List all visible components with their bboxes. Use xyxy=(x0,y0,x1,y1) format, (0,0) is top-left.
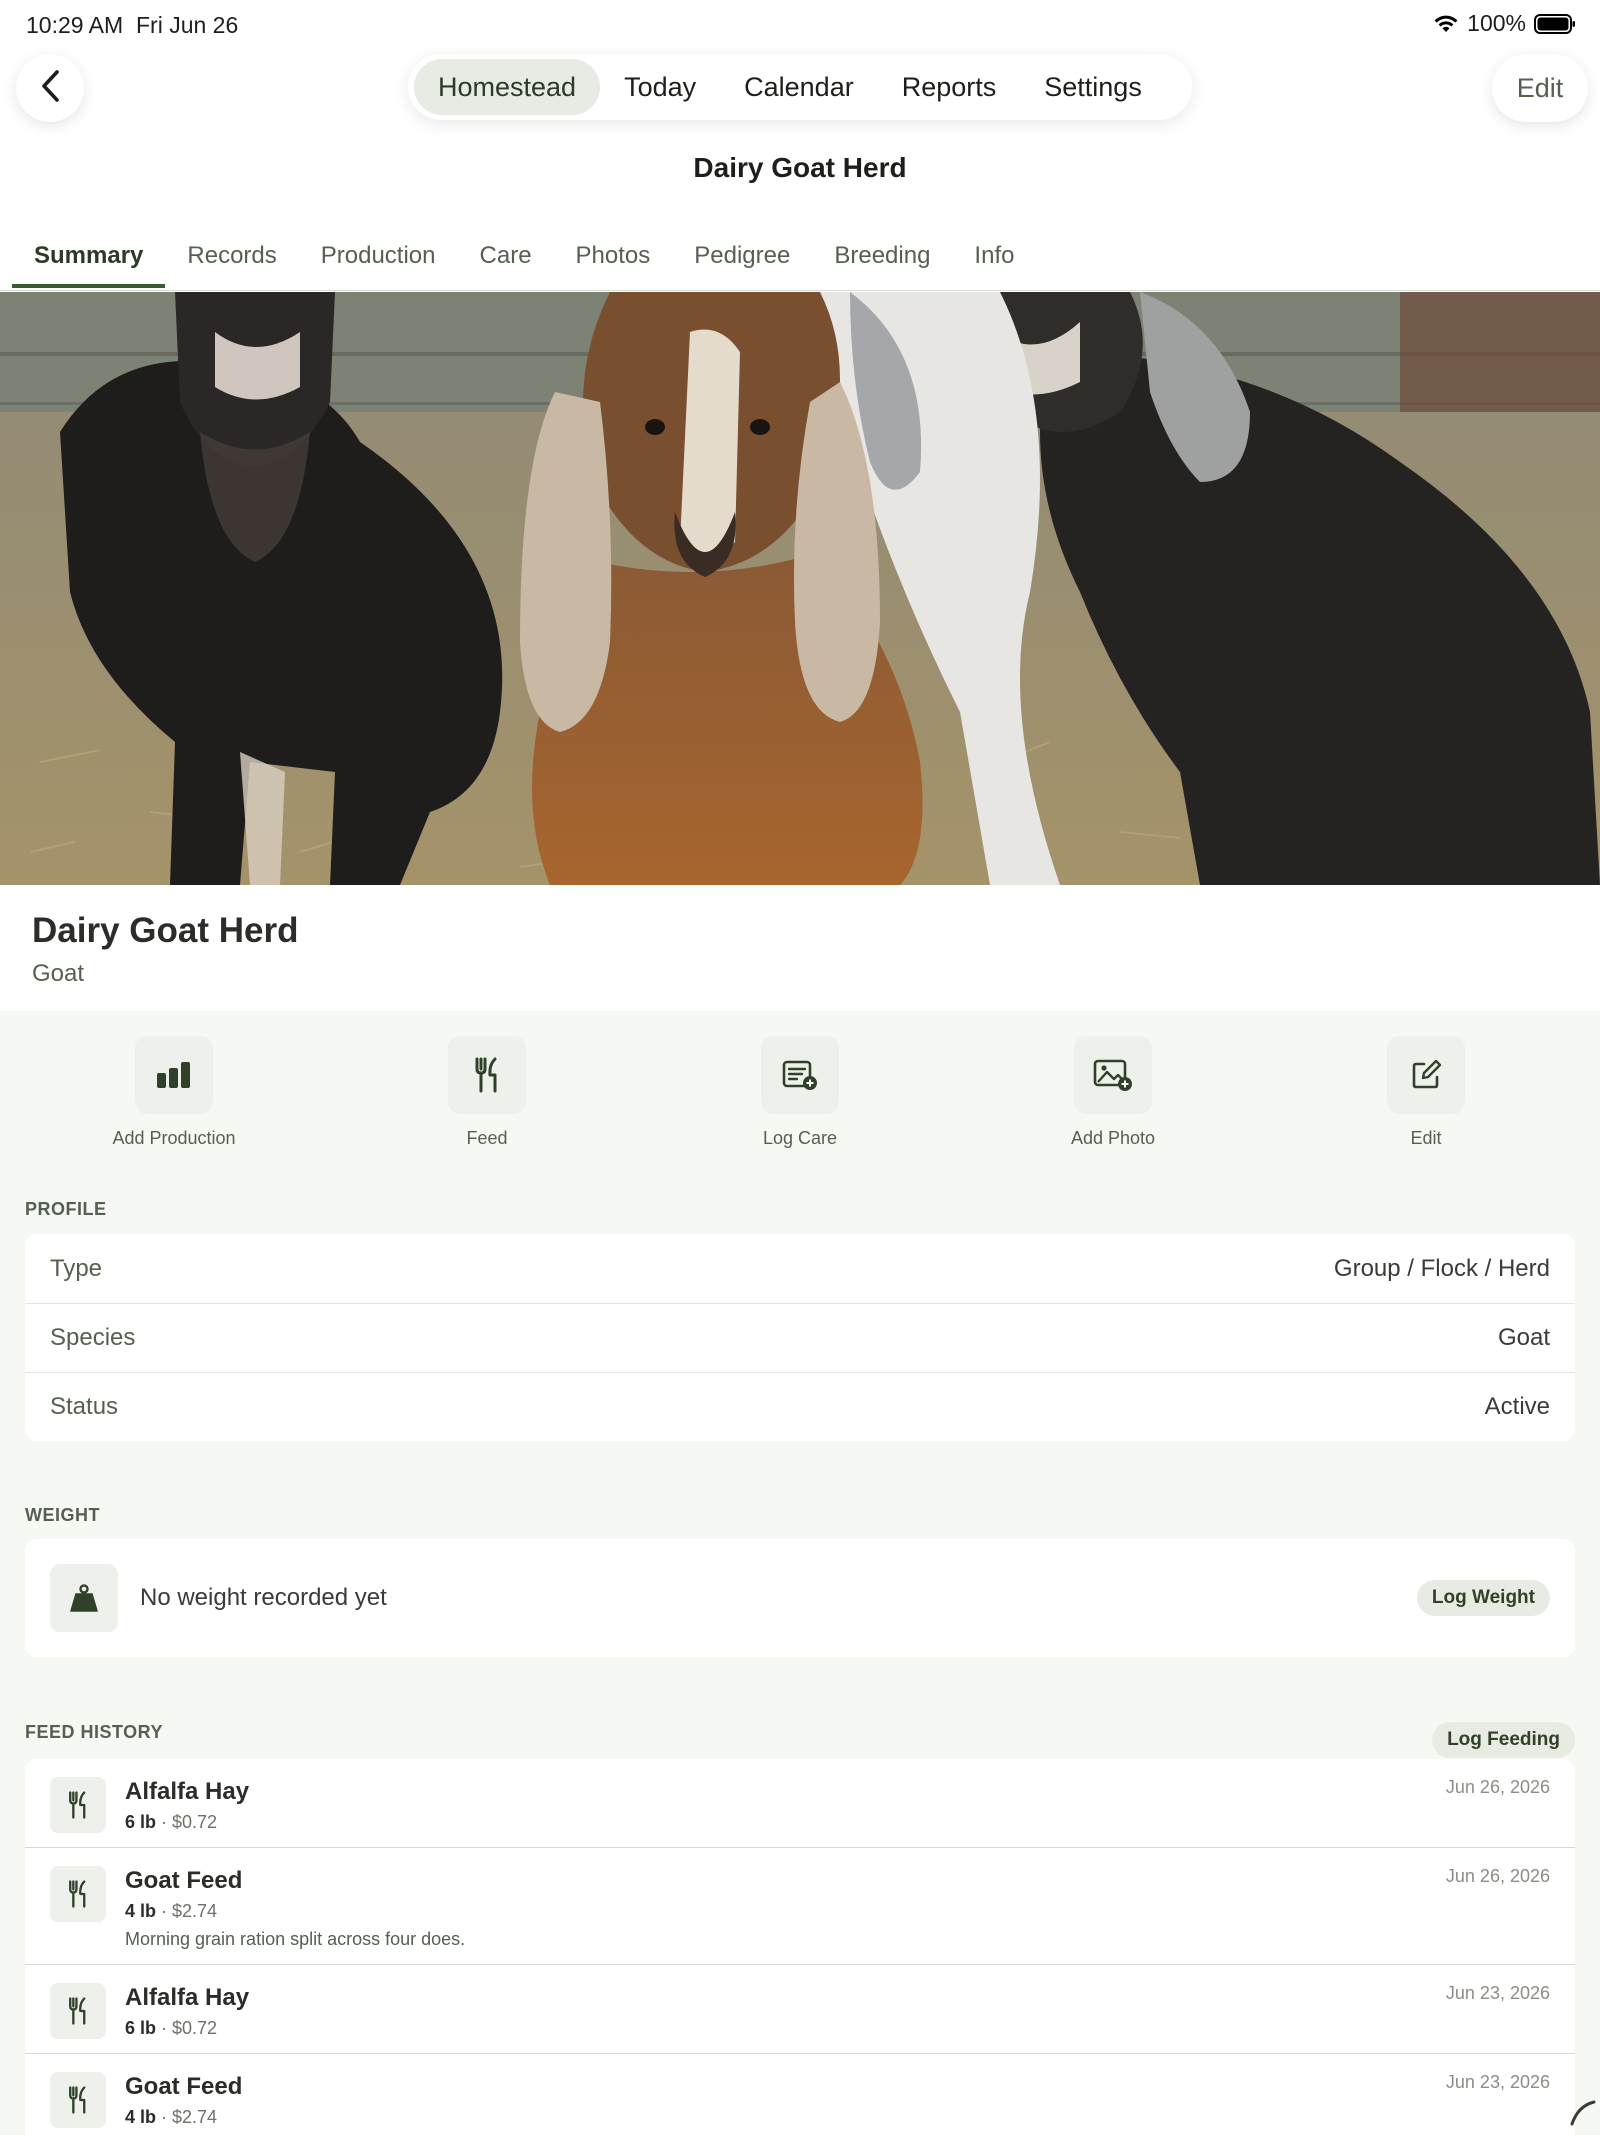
feed-cost: · $2.74 xyxy=(161,2107,218,2127)
tab-photos[interactable]: Photos xyxy=(554,234,673,288)
top-bar: 10:29 AM Fri Jun 26 100% Homestead Today… xyxy=(0,0,1600,292)
list-item[interactable]: Goat Feed 4 lb · $2.74 Morning grain rat… xyxy=(25,1848,1575,1965)
add-photo-label: Add Photo xyxy=(1070,1128,1156,1148)
fork-knife-icon xyxy=(50,1983,106,2039)
profile-value: Active xyxy=(1484,1393,1550,1420)
battery-percent: 100% xyxy=(1467,10,1526,36)
status-date: Fri Jun 26 xyxy=(136,12,239,38)
list-item[interactable]: Alfalfa Hay 6 lb · $0.72 Jun 26, 2026 xyxy=(25,1759,1575,1848)
main-nav: Homestead Today Calendar Reports Setting… xyxy=(408,54,1192,120)
feed-date: Jun 26, 2026 xyxy=(1445,1866,1550,1886)
tab-records[interactable]: Records xyxy=(165,234,298,288)
feed-meta: 6 lb · $0.72 xyxy=(125,2017,1550,2039)
add-production-label: Add Production xyxy=(112,1128,236,1148)
battery-icon xyxy=(1534,13,1576,35)
weight-empty-text: No weight recorded yet xyxy=(140,1584,387,1611)
section-tabs: Summary Records Production Care Photos P… xyxy=(12,234,1036,288)
fork-knife-icon xyxy=(50,2072,106,2128)
edit-button[interactable]: Edit xyxy=(1492,54,1588,122)
profile-key: Status xyxy=(50,1393,119,1420)
quick-actions: Add Production Feed Log Care Add Photo E… xyxy=(0,1036,1600,1149)
profile-header: PROFILE xyxy=(25,1199,107,1219)
feed-meta: 6 lb · $0.72 xyxy=(125,1811,1550,1833)
tab-breeding[interactable]: Breeding xyxy=(812,234,952,288)
bar-chart-icon xyxy=(135,1036,213,1114)
feed-note: Morning grain ration split across four d… xyxy=(125,1929,466,1949)
profile-key: Species xyxy=(50,1324,136,1351)
log-care-label: Log Care xyxy=(762,1128,838,1148)
feed-cost: · $0.72 xyxy=(161,1812,218,1832)
feed-meta: 4 lb · $2.74 xyxy=(125,1900,1550,1922)
feed-date: Jun 26, 2026 xyxy=(1445,1777,1550,1797)
fork-knife-icon xyxy=(50,1777,106,1833)
feed-amount: 4 lb xyxy=(125,1901,157,1921)
animal-header: Dairy Goat Herd Goat xyxy=(0,885,1600,1011)
weight-header: WEIGHT xyxy=(25,1505,100,1525)
tab-info[interactable]: Info xyxy=(952,234,1036,288)
nav-calendar[interactable]: Calendar xyxy=(720,59,878,115)
log-care-button[interactable]: Log Care xyxy=(680,1036,920,1149)
feed-amount: 6 lb xyxy=(125,1812,157,1832)
log-weight-button[interactable]: Log Weight xyxy=(1416,1580,1550,1616)
add-photo-button[interactable]: Add Photo xyxy=(993,1036,1233,1149)
feed-date: Jun 23, 2026 xyxy=(1445,2072,1550,2092)
wifi-icon xyxy=(1433,14,1459,34)
back-button[interactable] xyxy=(16,54,84,122)
tab-care[interactable]: Care xyxy=(458,234,554,288)
nav-settings[interactable]: Settings xyxy=(1020,59,1166,115)
nav-today[interactable]: Today xyxy=(600,59,720,115)
feed-name: Alfalfa Hay xyxy=(125,1778,250,1805)
feed-amount: 6 lb xyxy=(125,2018,157,2038)
profile-key: Type xyxy=(50,1254,103,1282)
profile-value: Group / Flock / Herd xyxy=(1333,1254,1550,1282)
tab-summary[interactable]: Summary xyxy=(12,234,166,288)
page-title: Dairy Goat Herd xyxy=(693,152,907,183)
care-list-icon xyxy=(761,1036,839,1114)
feed-cost: · $2.74 xyxy=(161,1901,218,1921)
profile-row-species: Species Goat xyxy=(25,1303,1575,1372)
profile-value: Goat xyxy=(1497,1324,1550,1351)
add-photo-icon xyxy=(1074,1036,1152,1114)
add-production-button[interactable]: Add Production xyxy=(54,1036,294,1149)
nav-homestead[interactable]: Homestead xyxy=(414,59,601,115)
scale-weight-icon xyxy=(50,1564,118,1632)
feed-name: Goat Feed xyxy=(125,2073,243,2100)
status-indicators: 100% xyxy=(1433,10,1576,37)
tabs-divider xyxy=(0,290,1600,291)
feed-date: Jun 23, 2026 xyxy=(1445,1983,1550,2003)
chevron-left-icon xyxy=(39,69,61,108)
status-bar: 10:29 AM Fri Jun 26 100% xyxy=(0,0,1600,50)
profile-row-status: Status Active xyxy=(25,1372,1575,1441)
nav-reports[interactable]: Reports xyxy=(878,59,1021,115)
animal-name: Dairy Goat Herd xyxy=(32,911,299,950)
tab-production[interactable]: Production xyxy=(299,234,458,288)
hero-photo xyxy=(0,292,1600,885)
feed-history-list: Alfalfa Hay 6 lb · $0.72 Jun 26, 2026 Go… xyxy=(25,1759,1575,2135)
list-item[interactable]: Alfalfa Hay 6 lb · $0.72 Jun 23, 2026 xyxy=(25,1965,1575,2054)
profile-row-type: Type Group / Flock / Herd xyxy=(25,1234,1575,1303)
resize-corner-icon xyxy=(1568,2098,1598,2133)
weight-card: No weight recorded yet Log Weight xyxy=(25,1539,1575,1657)
tab-pedigree[interactable]: Pedigree xyxy=(672,234,812,288)
feed-name: Goat Feed xyxy=(125,1867,243,1894)
edit-action-label: Edit xyxy=(1410,1128,1442,1148)
feed-name: Alfalfa Hay xyxy=(125,1984,250,2011)
feed-history-header: FEED HISTORY xyxy=(25,1722,164,1742)
fork-knife-icon xyxy=(50,1866,106,1922)
edit-icon xyxy=(1387,1036,1465,1114)
animal-species: Goat xyxy=(32,960,85,987)
edit-action-button[interactable]: Edit xyxy=(1306,1036,1546,1149)
list-item[interactable]: Goat Feed 4 lb · $2.74 Jun 23, 2026 xyxy=(25,2054,1575,2135)
feed-label: Feed xyxy=(466,1128,508,1148)
feed-amount: 4 lb xyxy=(125,2107,157,2127)
feed-meta: 4 lb · $2.74 xyxy=(125,2106,1550,2128)
profile-card: Type Group / Flock / Herd Species Goat S… xyxy=(25,1234,1575,1441)
feed-button[interactable]: Feed xyxy=(367,1036,607,1149)
feed-cost: · $0.72 xyxy=(161,2018,218,2038)
status-time: 10:29 AM xyxy=(26,12,124,38)
log-feeding-button[interactable]: Log Feeding xyxy=(1432,1722,1575,1758)
fork-knife-icon xyxy=(448,1036,526,1114)
